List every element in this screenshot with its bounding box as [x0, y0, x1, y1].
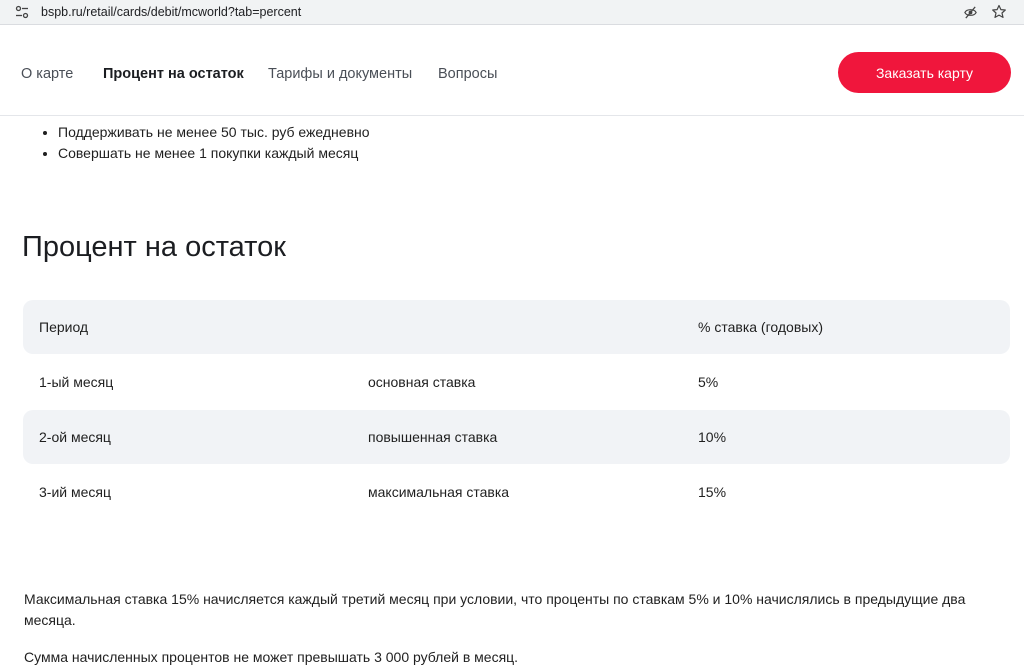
conditions-list: Поддерживать не менее 50 тыс. руб ежедне… [40, 122, 370, 164]
table-header-row: Период % ставка (годовых) [23, 300, 1010, 354]
row-rate-type: повышенная ставка [368, 429, 498, 445]
row-rate-value: 15% [698, 484, 727, 500]
row-rate-type: максимальная ставка [368, 484, 510, 500]
row-rate-value: 5% [698, 374, 719, 390]
table-row: 2-ой месяц повышенная ставка 10% [23, 410, 1010, 464]
row-period: 2-ой месяц [39, 429, 111, 445]
header-rate: % ставка (годовых) [698, 319, 823, 335]
bookmark-star-icon[interactable] [991, 4, 1007, 20]
tab-about-card[interactable]: О карте [21, 66, 73, 82]
order-card-button[interactable]: Заказать карту [838, 52, 1011, 93]
browser-address-bar: bspb.ru/retail/cards/debit/mcworld?tab=p… [0, 0, 1024, 25]
header-period: Период [39, 319, 89, 335]
section-title: Процент на остаток [22, 231, 286, 263]
list-item: Поддерживать не менее 50 тыс. руб ежедне… [58, 122, 370, 143]
page-tabs-nav: О карте Процент на остаток Тарифы и доку… [0, 32, 1024, 116]
note-max-rate: Максимальная ставка 15% начисляется кажд… [24, 591, 966, 628]
list-item: Совершать не менее 1 покупки каждый меся… [58, 143, 370, 164]
tracking-blocked-icon[interactable] [963, 5, 978, 20]
row-rate-value: 10% [698, 429, 727, 445]
row-period: 1-ый месяц [39, 374, 114, 390]
site-settings-icon[interactable] [15, 5, 29, 19]
tab-interest-on-balance[interactable]: Процент на остаток [103, 66, 244, 82]
tab-questions[interactable]: Вопросы [438, 66, 497, 82]
row-rate-type: основная ставка [368, 374, 476, 390]
table-row: 3-ий месяц максимальная ставка 15% [23, 465, 1010, 519]
url-text[interactable]: bspb.ru/retail/cards/debit/mcworld?tab=p… [41, 5, 301, 19]
tab-tariffs-documents[interactable]: Тарифы и документы [268, 66, 412, 82]
note-interest-cap: Сумма начисленных процентов не может пре… [24, 649, 519, 665]
row-period: 3-ий месяц [39, 484, 111, 500]
table-row: 1-ый месяц основная ставка 5% [23, 355, 1010, 409]
